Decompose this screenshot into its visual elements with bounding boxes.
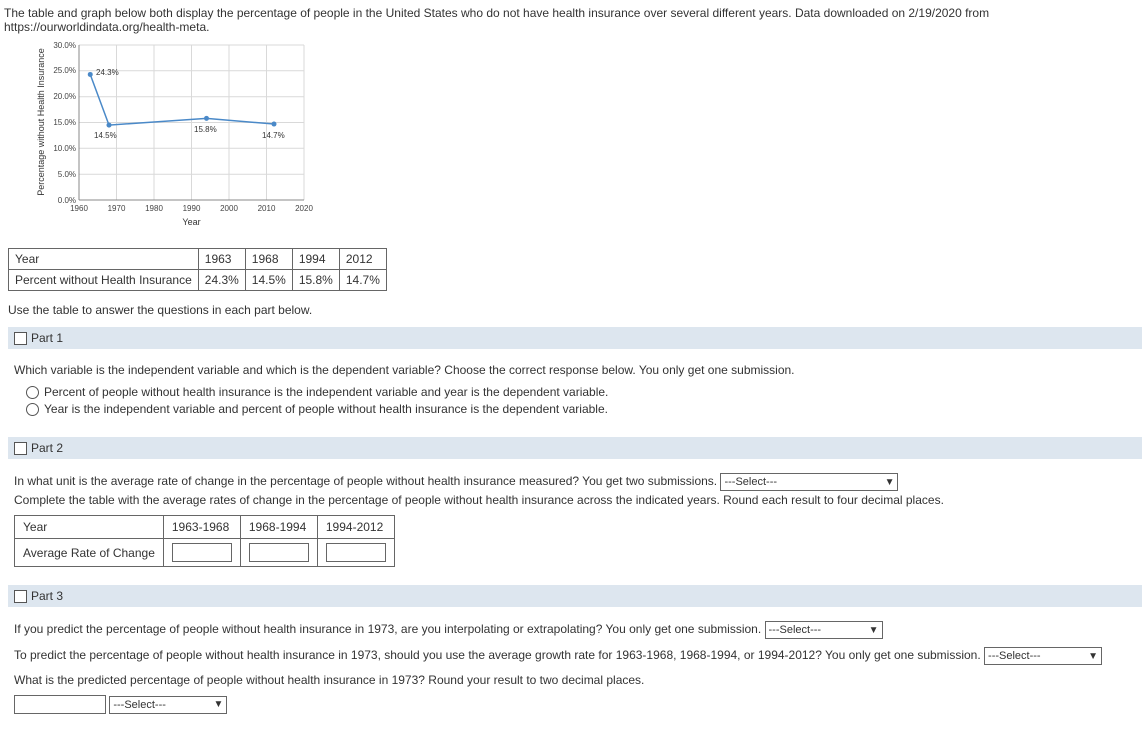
row-label-year: Year — [9, 249, 199, 270]
xtick-4: 2000 — [220, 204, 238, 213]
pt-label-0: 24.3% — [96, 68, 119, 77]
roc-input-1[interactable] — [172, 543, 232, 562]
radio-icon[interactable] — [26, 403, 39, 416]
part-1-option-b-label: Year is the independent variable and per… — [44, 402, 608, 416]
xtick-0: 1960 — [70, 204, 88, 213]
chevron-down-icon: ▼ — [869, 625, 879, 636]
xtick-1: 1970 — [108, 204, 126, 213]
part-3-q2: To predict the percentage of people with… — [14, 648, 981, 662]
part-1-option-a[interactable]: Percent of people without health insuran… — [26, 385, 1136, 399]
chevron-down-icon: ▼ — [885, 477, 895, 488]
x-axis-label: Year — [182, 217, 200, 227]
ytick-6: 30.0% — [53, 41, 76, 50]
part-2-q2: Complete the table with the average rate… — [14, 493, 1136, 507]
pct-cell: 14.7% — [339, 270, 386, 291]
xtick-2: 1980 — [145, 204, 163, 213]
part-2-q1: In what unit is the average rate of chan… — [14, 474, 717, 488]
roc-input-2[interactable] — [249, 543, 309, 562]
predicted-unit-value: ---Select--- — [113, 699, 166, 711]
part-2: Part 2 In what unit is the average rate … — [8, 437, 1142, 575]
unit-select-value: ---Select--- — [724, 476, 777, 488]
ytick-3: 15.0% — [53, 118, 76, 127]
ytick-4: 20.0% — [53, 92, 76, 101]
roc-head-2: 1968-1994 — [240, 516, 317, 539]
interp-select[interactable]: ---Select--- ▼ — [765, 621, 883, 639]
part-1-option-b[interactable]: Year is the independent variable and per… — [26, 402, 1136, 416]
rate-select[interactable]: ---Select--- ▼ — [984, 647, 1102, 665]
year-cell: 1968 — [245, 249, 292, 270]
pct-cell: 14.5% — [245, 270, 292, 291]
part-1-prompt: Which variable is the independent variab… — [14, 363, 1136, 377]
ytick-5: 25.0% — [53, 66, 76, 75]
pct-cell: 15.8% — [292, 270, 339, 291]
ytick-1: 5.0% — [58, 170, 76, 179]
part-1-title: Part 1 — [31, 331, 63, 345]
pt-label-1: 14.5% — [94, 131, 117, 140]
radio-icon[interactable] — [26, 386, 39, 399]
ytick-2: 10.0% — [53, 144, 76, 153]
year-cell: 2012 — [339, 249, 386, 270]
pct-cell: 24.3% — [198, 270, 245, 291]
chart: 0.0% 5.0% 10.0% 15.0% 20.0% 25.0% 30.0% … — [34, 40, 1142, 238]
pt-label-3: 14.7% — [262, 131, 285, 140]
interp-select-value: ---Select--- — [769, 624, 822, 636]
part-3: Part 3 If you predict the percentage of … — [8, 585, 1142, 730]
roc-head-1: 1963-1968 — [163, 516, 240, 539]
part-2-title: Part 2 — [31, 441, 63, 455]
part-2-header[interactable]: Part 2 — [8, 437, 1142, 459]
intro-text: The table and graph below both display t… — [4, 4, 1142, 38]
roc-table: Year 1963-1968 1968-1994 1994-2012 Avera… — [14, 515, 395, 567]
part-3-header[interactable]: Part 3 — [8, 585, 1142, 607]
data-table: Year 1963 1968 1994 2012 Percent without… — [8, 248, 387, 291]
year-cell: 1994 — [292, 249, 339, 270]
instruction-text: Use the table to answer the questions in… — [8, 303, 1142, 317]
row-label-pct: Percent without Health Insurance — [9, 270, 199, 291]
part-2-checkbox[interactable] — [14, 442, 27, 455]
xtick-3: 1990 — [183, 204, 201, 213]
part-3-q3: What is the predicted percentage of peop… — [14, 673, 1136, 687]
roc-head-year: Year — [15, 516, 164, 539]
rate-select-value: ---Select--- — [988, 650, 1041, 662]
part-1: Part 1 Which variable is the independent… — [8, 327, 1142, 427]
part-1-header[interactable]: Part 1 — [8, 327, 1142, 349]
part-1-option-a-label: Percent of people without health insuran… — [44, 385, 608, 399]
predicted-pct-input[interactable] — [14, 695, 106, 714]
pt-label-2: 15.8% — [194, 125, 217, 134]
part-3-title: Part 3 — [31, 589, 63, 603]
part-3-checkbox[interactable] — [14, 590, 27, 603]
roc-row-label: Average Rate of Change — [15, 539, 164, 567]
year-cell: 1963 — [198, 249, 245, 270]
y-axis-label: Percentage without Health Insurance — [36, 48, 46, 196]
part-3-q1: If you predict the percentage of people … — [14, 622, 761, 636]
chevron-down-icon: ▼ — [213, 699, 223, 710]
roc-head-3: 1994-2012 — [317, 516, 394, 539]
part-1-checkbox[interactable] — [14, 332, 27, 345]
xtick-5: 2010 — [258, 204, 276, 213]
xtick-6: 2020 — [295, 204, 313, 213]
chevron-down-icon: ▼ — [1088, 651, 1098, 662]
roc-input-3[interactable] — [326, 543, 386, 562]
unit-select[interactable]: ---Select--- ▼ — [720, 473, 898, 491]
predicted-unit-select[interactable]: ---Select--- ▼ — [109, 696, 227, 714]
